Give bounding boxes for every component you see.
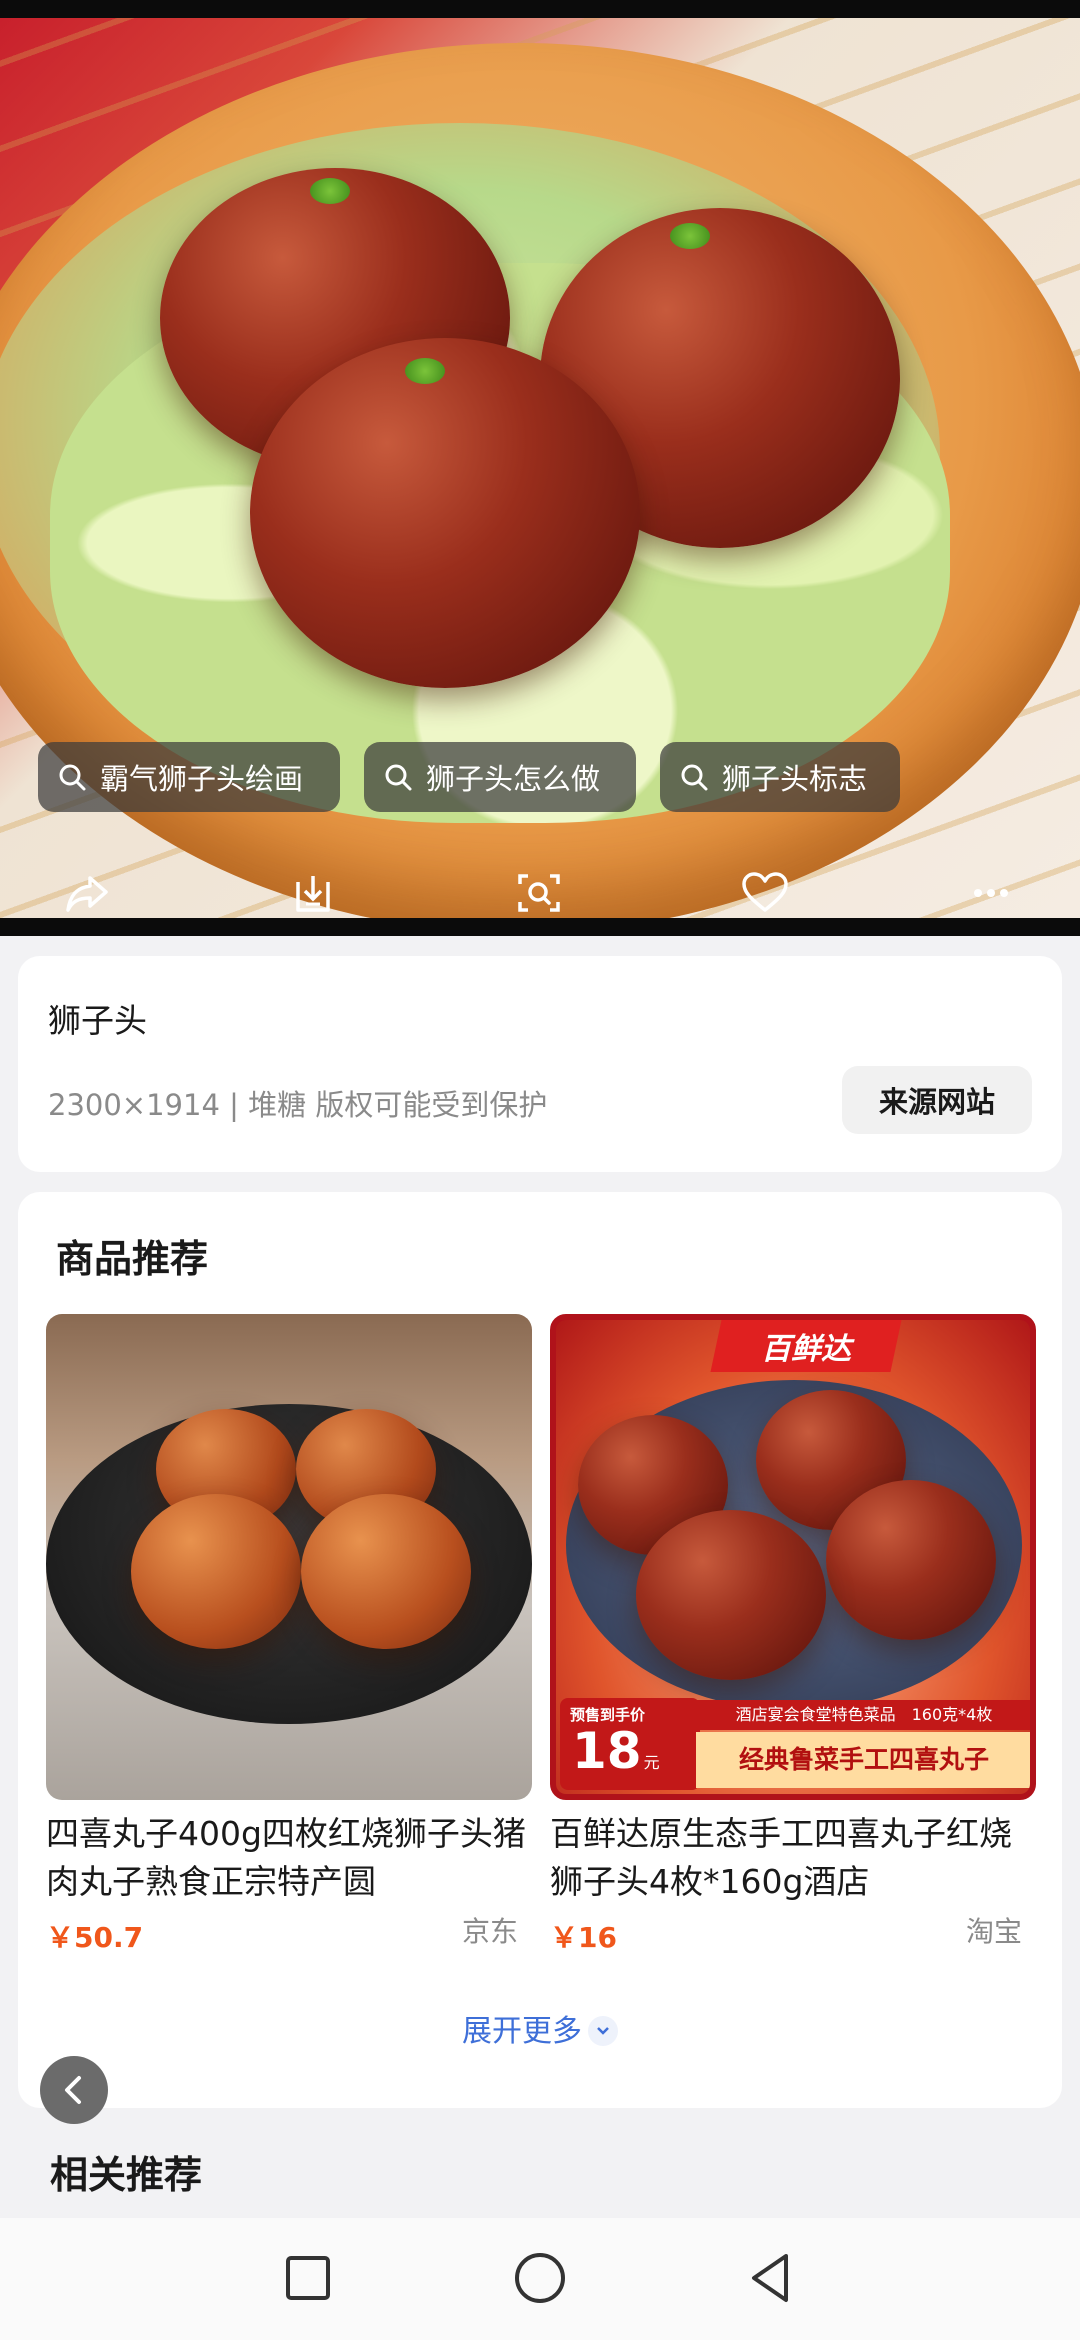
product-title[interactable]: 百鲜达原生态手工四喜丸子红烧狮子头4枚*160g酒店 xyxy=(550,1810,1036,1906)
home-icon[interactable] xyxy=(510,2248,570,2308)
product-image[interactable]: 百鲜达 预售到手价 18 元 酒店宴会食堂特色菜品 160克*4枚 经典鲁菜手工四… xyxy=(550,1314,1036,1800)
product-title[interactable]: 四喜丸子400g四枚红烧狮子头猪肉丸子熟食正宗特产圆 xyxy=(46,1810,532,1906)
image-info-card: 狮子头 2300×1914 | 堆糖 版权可能受到保护 来源网站 xyxy=(18,956,1062,1172)
product-recommendations: 商品推荐 四喜丸子400g四枚红烧狮子头猪肉丸子熟食正宗特产圆 ￥50.7 京东… xyxy=(18,1192,1062,2108)
search-icon xyxy=(59,764,86,791)
product-card[interactable]: 百鲜达 预售到手价 18 元 酒店宴会食堂特色菜品 160克*4枚 经典鲁菜手工四… xyxy=(550,1314,1036,1956)
brand-banner: 百鲜达 xyxy=(710,1320,902,1372)
meatball xyxy=(250,338,640,688)
search-icon xyxy=(681,764,708,791)
product-card[interactable]: 四喜丸子400g四枚红烧狮子头猪肉丸子熟食正宗特产圆 ￥50.7 京东 xyxy=(46,1314,532,1956)
banner-large: 经典鲁菜手工四喜丸子 xyxy=(696,1732,1030,1788)
product-price: ￥50.7 xyxy=(46,1921,144,1954)
chevron-down-icon xyxy=(588,2015,618,2046)
search-chip[interactable]: 狮子头标志 xyxy=(660,742,900,812)
expand-more-label: 展开更多 xyxy=(462,2014,582,2049)
search-chip-label: 霸气狮子头绘画 xyxy=(100,762,304,796)
product-image[interactable] xyxy=(46,1314,532,1800)
related-section-title: 相关推荐 xyxy=(50,2153,203,2197)
product-store: 京东 xyxy=(461,1915,518,1948)
recent-apps-icon[interactable] xyxy=(278,2248,338,2308)
back-button[interactable] xyxy=(40,2056,108,2124)
main-image[interactable]: 霸气狮子头绘画 狮子头怎么做 狮子头标志 xyxy=(0,18,1080,918)
download-icon[interactable] xyxy=(288,868,338,918)
expand-more-button[interactable]: 展开更多 xyxy=(18,2006,1062,2050)
visual-search-icon[interactable] xyxy=(514,868,564,918)
more-icon[interactable] xyxy=(966,868,1016,918)
status-bar xyxy=(0,0,1080,18)
chevron-left-icon xyxy=(65,2076,81,2104)
search-chip[interactable]: 狮子头怎么做 xyxy=(364,742,636,812)
back-icon[interactable] xyxy=(742,2248,802,2308)
product-store: 淘宝 xyxy=(965,1915,1022,1948)
image-meta: 2300×1914 | 堆糖 版权可能受到保护 xyxy=(48,1088,548,1122)
heart-icon[interactable] xyxy=(740,868,790,918)
search-chip[interactable]: 霸气狮子头绘画 xyxy=(38,742,340,812)
share-icon[interactable] xyxy=(62,868,112,918)
system-nav-bar xyxy=(0,2218,1080,2340)
image-title: 狮子头 xyxy=(48,1001,147,1040)
price-tag: 预售到手价 18 元 xyxy=(560,1698,700,1790)
source-website-button[interactable]: 来源网站 xyxy=(842,1066,1032,1134)
search-chip-label: 狮子头怎么做 xyxy=(426,762,601,796)
search-icon xyxy=(385,764,412,791)
section-title: 商品推荐 xyxy=(56,1237,209,1281)
banner-small: 酒店宴会食堂特色菜品 160克*4枚 xyxy=(696,1700,1030,1730)
search-chip-label: 狮子头标志 xyxy=(722,762,868,796)
product-price: ￥16 xyxy=(550,1921,617,1954)
